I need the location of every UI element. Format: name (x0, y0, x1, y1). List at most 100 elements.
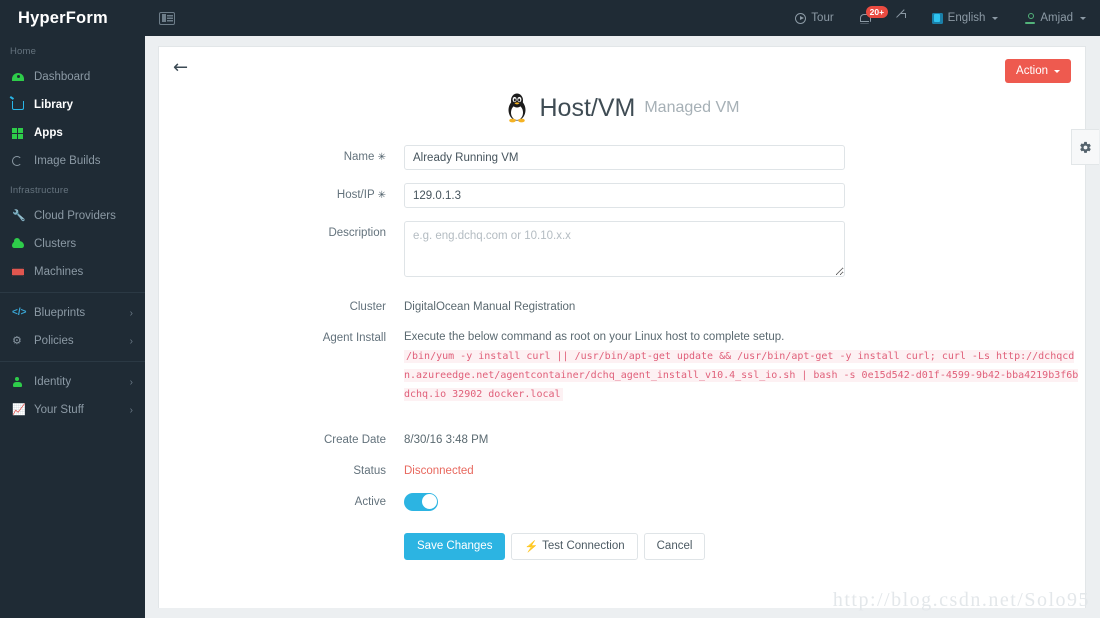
gear-icon: ⚙ (12, 334, 22, 347)
main-area: Tour 20+ English Amjad ← Action Host/VM … (145, 0, 1100, 618)
description-field-wrap (404, 221, 1085, 282)
hostip-field-wrap (404, 183, 1085, 208)
sidebar-item-image-builds[interactable]: Image Builds (0, 147, 145, 175)
user-menu[interactable]: Amjad (1024, 12, 1086, 24)
card-header: ← (159, 47, 1085, 77)
agent-install-command[interactable]: /bin/yum -y install curl || /usr/bin/apt… (404, 350, 1079, 402)
page-title: Host/VM (539, 93, 636, 122)
action-button[interactable]: Action (1005, 59, 1071, 83)
bolt-icon: ⚡ (524, 540, 539, 553)
status-value-wrap: Disconnected (404, 459, 1085, 477)
cluster-value-wrap: DigitalOcean Manual Registration (404, 295, 1085, 313)
form-row-active: Active (177, 490, 1085, 511)
form-row-hostip: Host/IP ✳ (177, 183, 1085, 208)
sidebar-item-library[interactable]: Library (0, 91, 145, 119)
nav-section-title: Infrastructure (10, 185, 69, 196)
hostip-label-text: Host/IP (336, 189, 375, 201)
page-subtitle: Managed VM (644, 99, 740, 116)
detail-card: ← Action Host/VM Managed VM Name ✳ Alrea… (158, 46, 1099, 608)
sidebar-item-cloud-providers[interactable]: 🔧 Cloud Providers (0, 202, 145, 230)
cluster-label: Cluster (349, 301, 386, 313)
content-region: ← Action Host/VM Managed VM Name ✳ Alrea… (145, 36, 1100, 618)
cancel-button[interactable]: Cancel (643, 532, 706, 560)
sidebar-item-dashboard[interactable]: Dashboard (0, 63, 145, 91)
sidebar-item-identity[interactable]: Identity › (0, 368, 145, 396)
sidebar-item-label: Your Stuff (34, 404, 84, 416)
chevron-down-icon (1080, 16, 1086, 20)
sidebar-item-label: Dashboard (34, 71, 91, 83)
sidebar-item-label: Cloud Providers (34, 210, 116, 222)
settings-tab-button[interactable] (1071, 129, 1099, 165)
form-row-name: Name ✳ (177, 145, 1085, 170)
form-row-description: Description (177, 221, 1085, 282)
required-marker: ✳ (377, 190, 386, 201)
create-date-label: Create Date (323, 433, 386, 446)
description-textarea[interactable] (404, 221, 845, 277)
name-field-wrap (404, 145, 1085, 170)
fullscreen-button[interactable] (895, 13, 907, 24)
chevron-down-icon (1054, 69, 1060, 73)
chart-icon: 📈 (12, 403, 26, 416)
hostip-input[interactable] (404, 183, 845, 208)
gauge-icon (12, 73, 34, 81)
chevron-right-icon: › (129, 307, 133, 319)
save-changes-button[interactable]: Save Changes (404, 532, 506, 560)
notifications-button[interactable]: 20+ (859, 6, 889, 23)
form-row-buttons: Save Changes ⚡ Test Connection Cancel (177, 529, 1085, 560)
expand-arrows-icon (895, 13, 907, 24)
tour-button[interactable]: Tour (795, 12, 834, 24)
active-toggle-wrap (404, 490, 1085, 511)
user-icon (1024, 12, 1035, 24)
active-label: Active (354, 495, 386, 508)
sidebar-item-your-stuff[interactable]: 📈 Your Stuff › (0, 396, 145, 424)
name-input[interactable] (404, 145, 845, 170)
chevron-right-icon: › (129, 335, 133, 347)
back-button[interactable]: ← (173, 59, 188, 77)
ring-icon (12, 156, 34, 166)
sidebar-item-blueprints[interactable]: </> Blueprints › (0, 299, 145, 327)
sidebar-item-machines[interactable]: Machines (0, 258, 145, 286)
brand-logo[interactable]: HyperForm (0, 0, 145, 36)
sidebar-collapse-icon[interactable] (159, 11, 175, 25)
sidebar-item-label: Blueprints (34, 307, 86, 319)
language-selector[interactable]: English (931, 12, 999, 24)
form-row-status: Status Disconnected (177, 459, 1085, 477)
action-button-label: Action (1016, 65, 1048, 77)
agent-install-note: Execute the below command as root on you… (404, 331, 785, 343)
form-row-cluster: Cluster DigitalOcean Manual Registration (177, 295, 1085, 313)
tour-label: Tour (811, 12, 834, 24)
button-row: Save Changes ⚡ Test Connection Cancel (404, 532, 1085, 560)
topbar: Tour 20+ English Amjad (145, 0, 1100, 36)
cart-icon (12, 100, 34, 110)
sidebar-item-policies[interactable]: ⚙ Policies › (0, 327, 145, 355)
chevron-right-icon: › (129, 404, 133, 416)
grid-icon (12, 127, 34, 139)
required-marker: ✳ (377, 152, 386, 163)
code-icon: </> (12, 307, 27, 318)
sidebar-item-label: Image Builds (34, 155, 101, 167)
sidebar-item-label: Machines (34, 266, 84, 278)
sidebar-item-apps[interactable]: Apps (0, 119, 145, 147)
status-badge: Disconnected (404, 464, 474, 477)
notification-badge: 20+ (865, 6, 889, 19)
page-header: Host/VM Managed VM (159, 93, 1085, 123)
buttons-wrap: Save Changes ⚡ Test Connection Cancel (404, 529, 1085, 560)
name-label-text: Name (343, 151, 375, 163)
active-toggle[interactable] (404, 492, 438, 511)
host-vm-form: Name ✳ Host/IP ✳ (159, 145, 1085, 560)
wrench-icon: 🔧 (12, 209, 26, 222)
sidebar-nav: Home Dashboard Library Apps Image Builds Infr… (0, 36, 145, 424)
cloud-icon (12, 237, 34, 248)
test-connection-button[interactable]: ⚡ Test Connection (511, 532, 638, 560)
chevron-down-icon (992, 16, 999, 20)
status-label: Status (353, 464, 386, 477)
sidebar-item-label: Library (34, 99, 73, 111)
form-row-agent-install: Agent Install Execute the below command … (177, 326, 1085, 404)
hostip-label: Host/IP ✳ (177, 183, 404, 201)
nav-section-title: Home (10, 46, 37, 57)
nav-divider (0, 361, 145, 362)
name-label: Name ✳ (177, 145, 404, 163)
create-date-value-wrap: 8/30/16 3:48 PM (404, 428, 1085, 446)
sidebar-item-clusters[interactable]: Clusters (0, 230, 145, 258)
form-row-create-date: Create Date 8/30/16 3:48 PM (177, 428, 1085, 446)
